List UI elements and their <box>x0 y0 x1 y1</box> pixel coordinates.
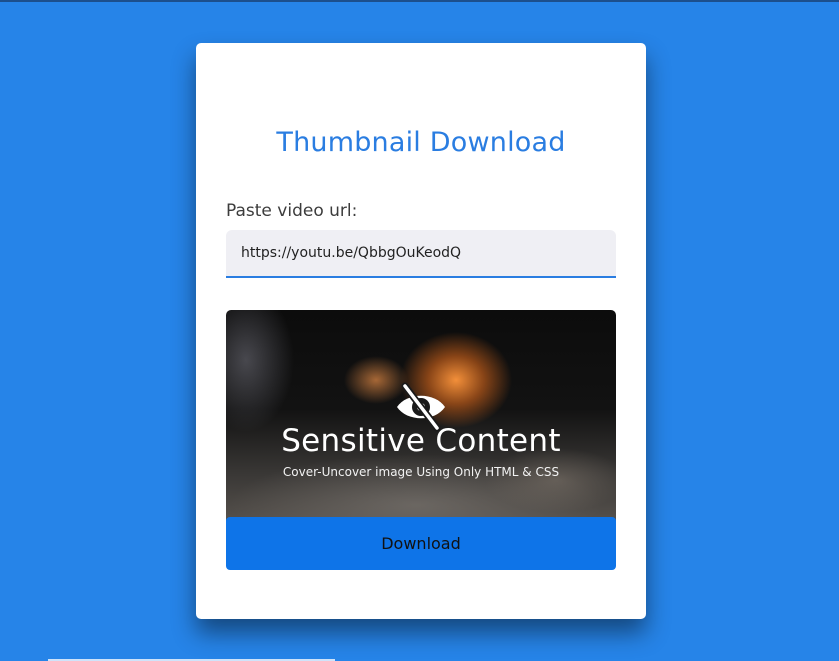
thumbnail-subline: Cover-Uncover image Using Only HTML & CS… <box>282 465 560 479</box>
thumbnail-download-card: Thumbnail Download Paste video url: Sens… <box>196 43 646 619</box>
page-title: Thumbnail Download <box>276 127 566 158</box>
download-button[interactable]: Download <box>226 517 616 570</box>
url-label: Paste video url: <box>226 201 358 221</box>
thumbnail-headline: Sensitive Content <box>281 423 561 459</box>
thumbnail-preview[interactable]: Sensitive Content Cover-Uncover image Us… <box>226 310 616 530</box>
video-url-input[interactable] <box>226 230 616 278</box>
top-border <box>0 0 839 2</box>
